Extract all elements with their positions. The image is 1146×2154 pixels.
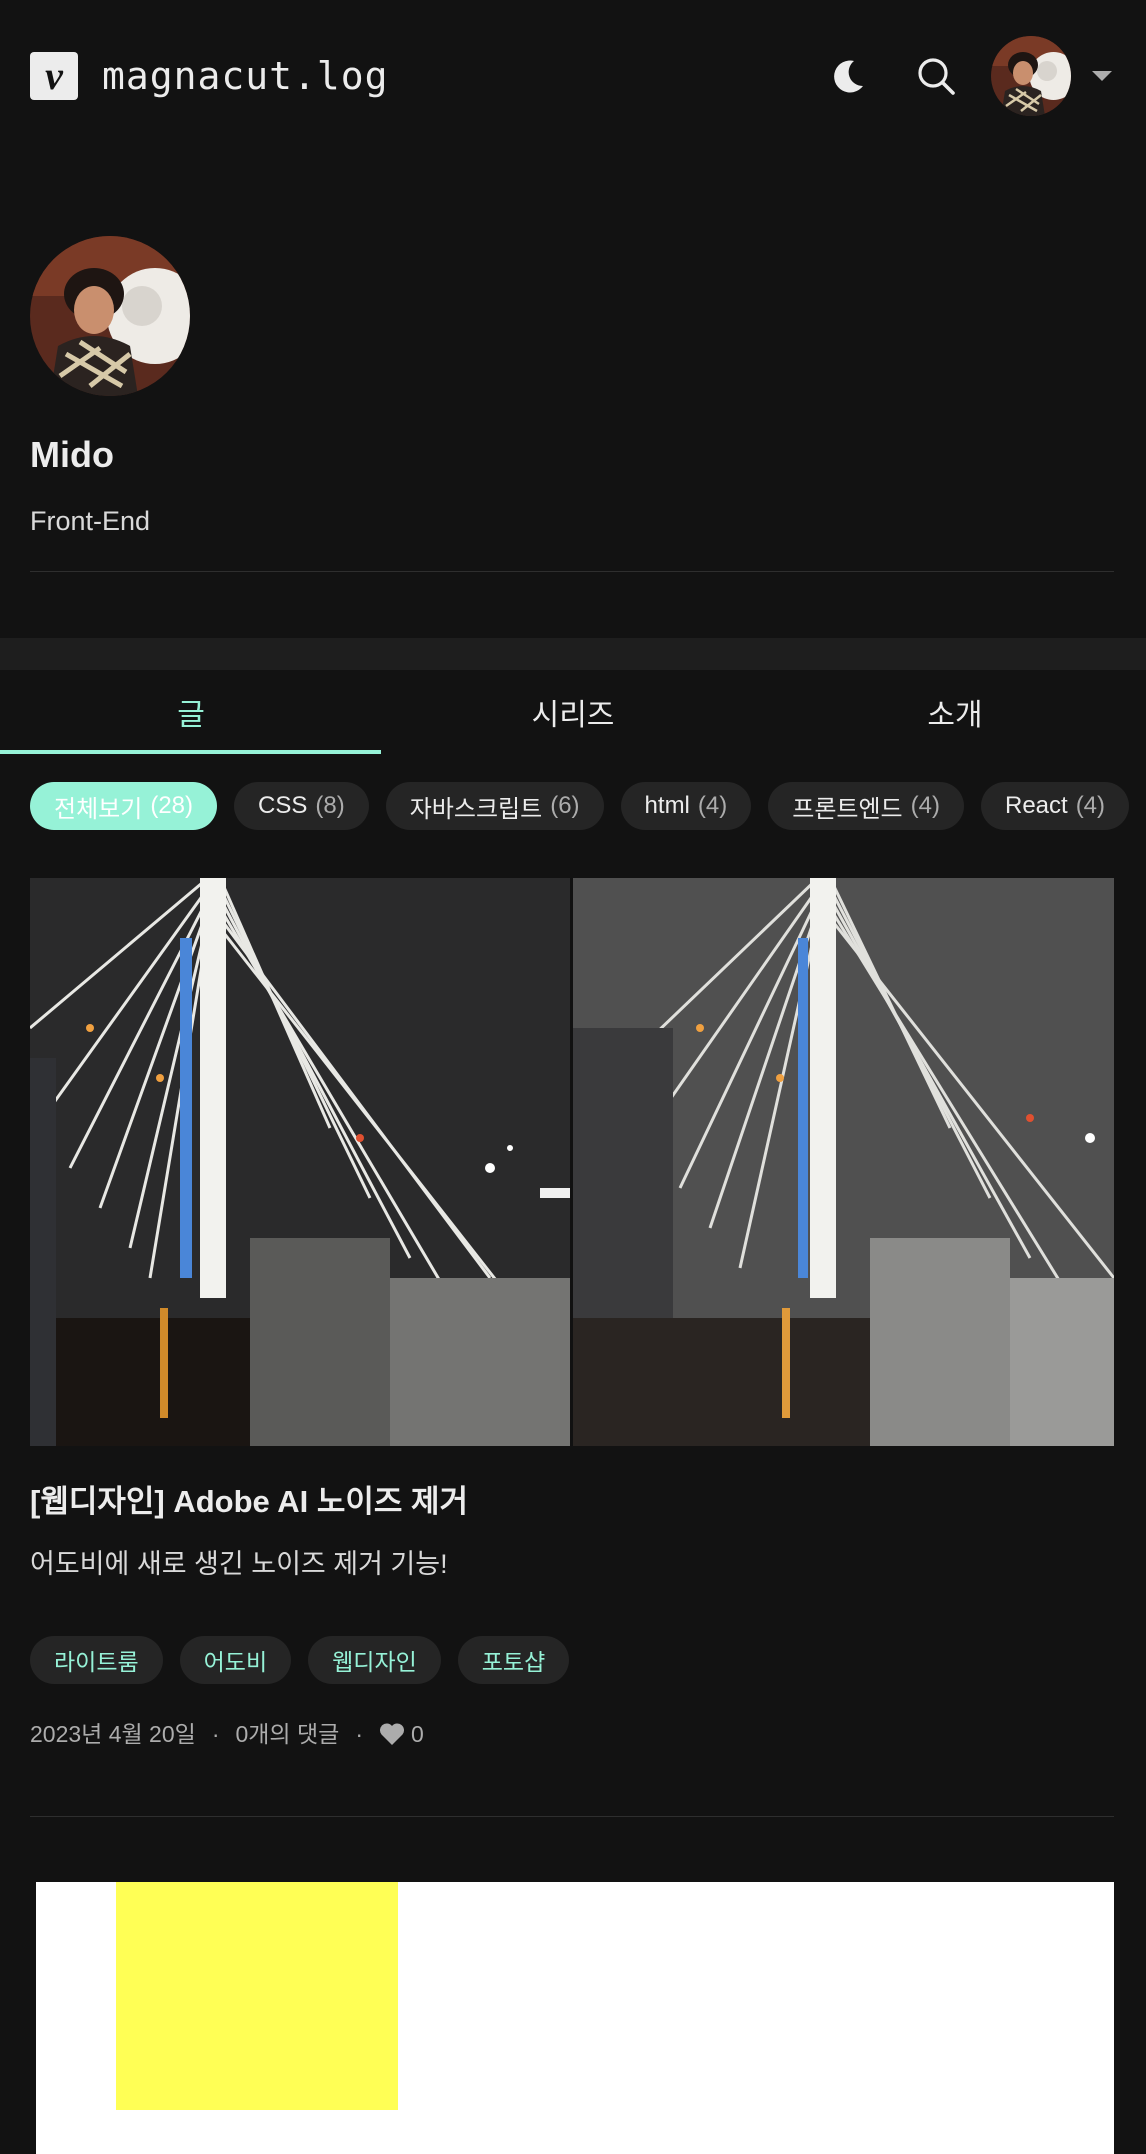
- user-avatar[interactable]: [991, 36, 1071, 116]
- meta-separator: ·: [355, 1721, 363, 1747]
- category-count: (8): [315, 792, 345, 819]
- moon-icon: [834, 60, 863, 93]
- post-description: 어도비에 새로 생긴 노이즈 제거 기능!: [30, 1549, 448, 1579]
- dark-mode-toggle[interactable]: [816, 44, 880, 108]
- category-count: (6): [550, 792, 580, 819]
- divider: [30, 1816, 1114, 1817]
- profile-avatar: [30, 236, 190, 396]
- category-chip-javascript[interactable]: 자바스크립트 (6): [385, 782, 604, 830]
- category-label: 자바스크립트: [409, 795, 543, 823]
- category-chip-all[interactable]: 전체보기 (28): [30, 782, 218, 830]
- profile-name: Mido: [30, 434, 114, 475]
- thumbnail-shape: [116, 1882, 398, 2110]
- heart-icon: [379, 1722, 405, 1746]
- category-label: html: [644, 792, 690, 819]
- header: v magnacut.log: [0, 0, 1146, 152]
- tag-chip[interactable]: 웹디자인: [308, 1636, 441, 1684]
- category-label: 전체보기: [54, 795, 143, 823]
- caret-down-icon[interactable]: [1092, 71, 1112, 81]
- post-tags: 라이트룸 어도비 웹디자인 포토샵: [30, 1636, 570, 1684]
- post-title[interactable]: [웹디자인] Adobe AI 노이즈 제거: [30, 1478, 468, 1526]
- tab-bar: 글 시리즈 소개: [0, 670, 1146, 754]
- profile-description: Front-End: [30, 506, 151, 536]
- meta-separator: ·: [211, 1721, 220, 1747]
- logo-icon[interactable]: v: [30, 52, 78, 100]
- category-chip-css[interactable]: CSS (8): [234, 782, 369, 830]
- category-label: CSS: [258, 792, 308, 819]
- category-chip-frontend[interactable]: 프론트엔드 (4): [768, 782, 964, 830]
- active-tab-indicator: [0, 750, 381, 754]
- post-meta: 2023년 4월 20일 · 0개의 댓글 · 0: [30, 1716, 424, 1752]
- category-chip-html[interactable]: html (4): [620, 782, 752, 830]
- category-count: (4): [1075, 792, 1106, 819]
- category-count: (28): [150, 792, 194, 819]
- tab-series[interactable]: 시리즈: [382, 670, 764, 754]
- post-date: 2023년 4월 20일: [30, 1721, 196, 1747]
- post-comment-count: 0개의 댓글: [235, 1721, 340, 1747]
- category-filter: 전체보기 (28) CSS (8) 자바스크립트 (6) html (4) 프론…: [30, 782, 1130, 830]
- category-label: 프론트엔드: [792, 795, 903, 823]
- divider: [30, 571, 1114, 572]
- tag-chip[interactable]: 어도비: [179, 1636, 292, 1684]
- post-thumbnail[interactable]: [36, 1882, 1114, 2154]
- category-label: React: [1004, 792, 1068, 819]
- blog-name[interactable]: magnacut.log: [102, 50, 389, 102]
- category-chip-react[interactable]: React (4): [980, 782, 1130, 830]
- section-separator: [0, 638, 1146, 670]
- tab-about[interactable]: 소개: [764, 670, 1146, 754]
- category-count: (4): [910, 792, 940, 819]
- tag-chip[interactable]: 라이트룸: [30, 1636, 163, 1684]
- search-button[interactable]: [904, 44, 968, 108]
- tab-posts[interactable]: 글: [0, 670, 382, 754]
- category-count: (4): [697, 792, 728, 819]
- tag-chip[interactable]: 포토샵: [457, 1636, 570, 1684]
- post-thumbnail[interactable]: [30, 878, 1114, 1446]
- post-like-count: 0: [410, 1721, 424, 1747]
- search-icon: [918, 58, 955, 95]
